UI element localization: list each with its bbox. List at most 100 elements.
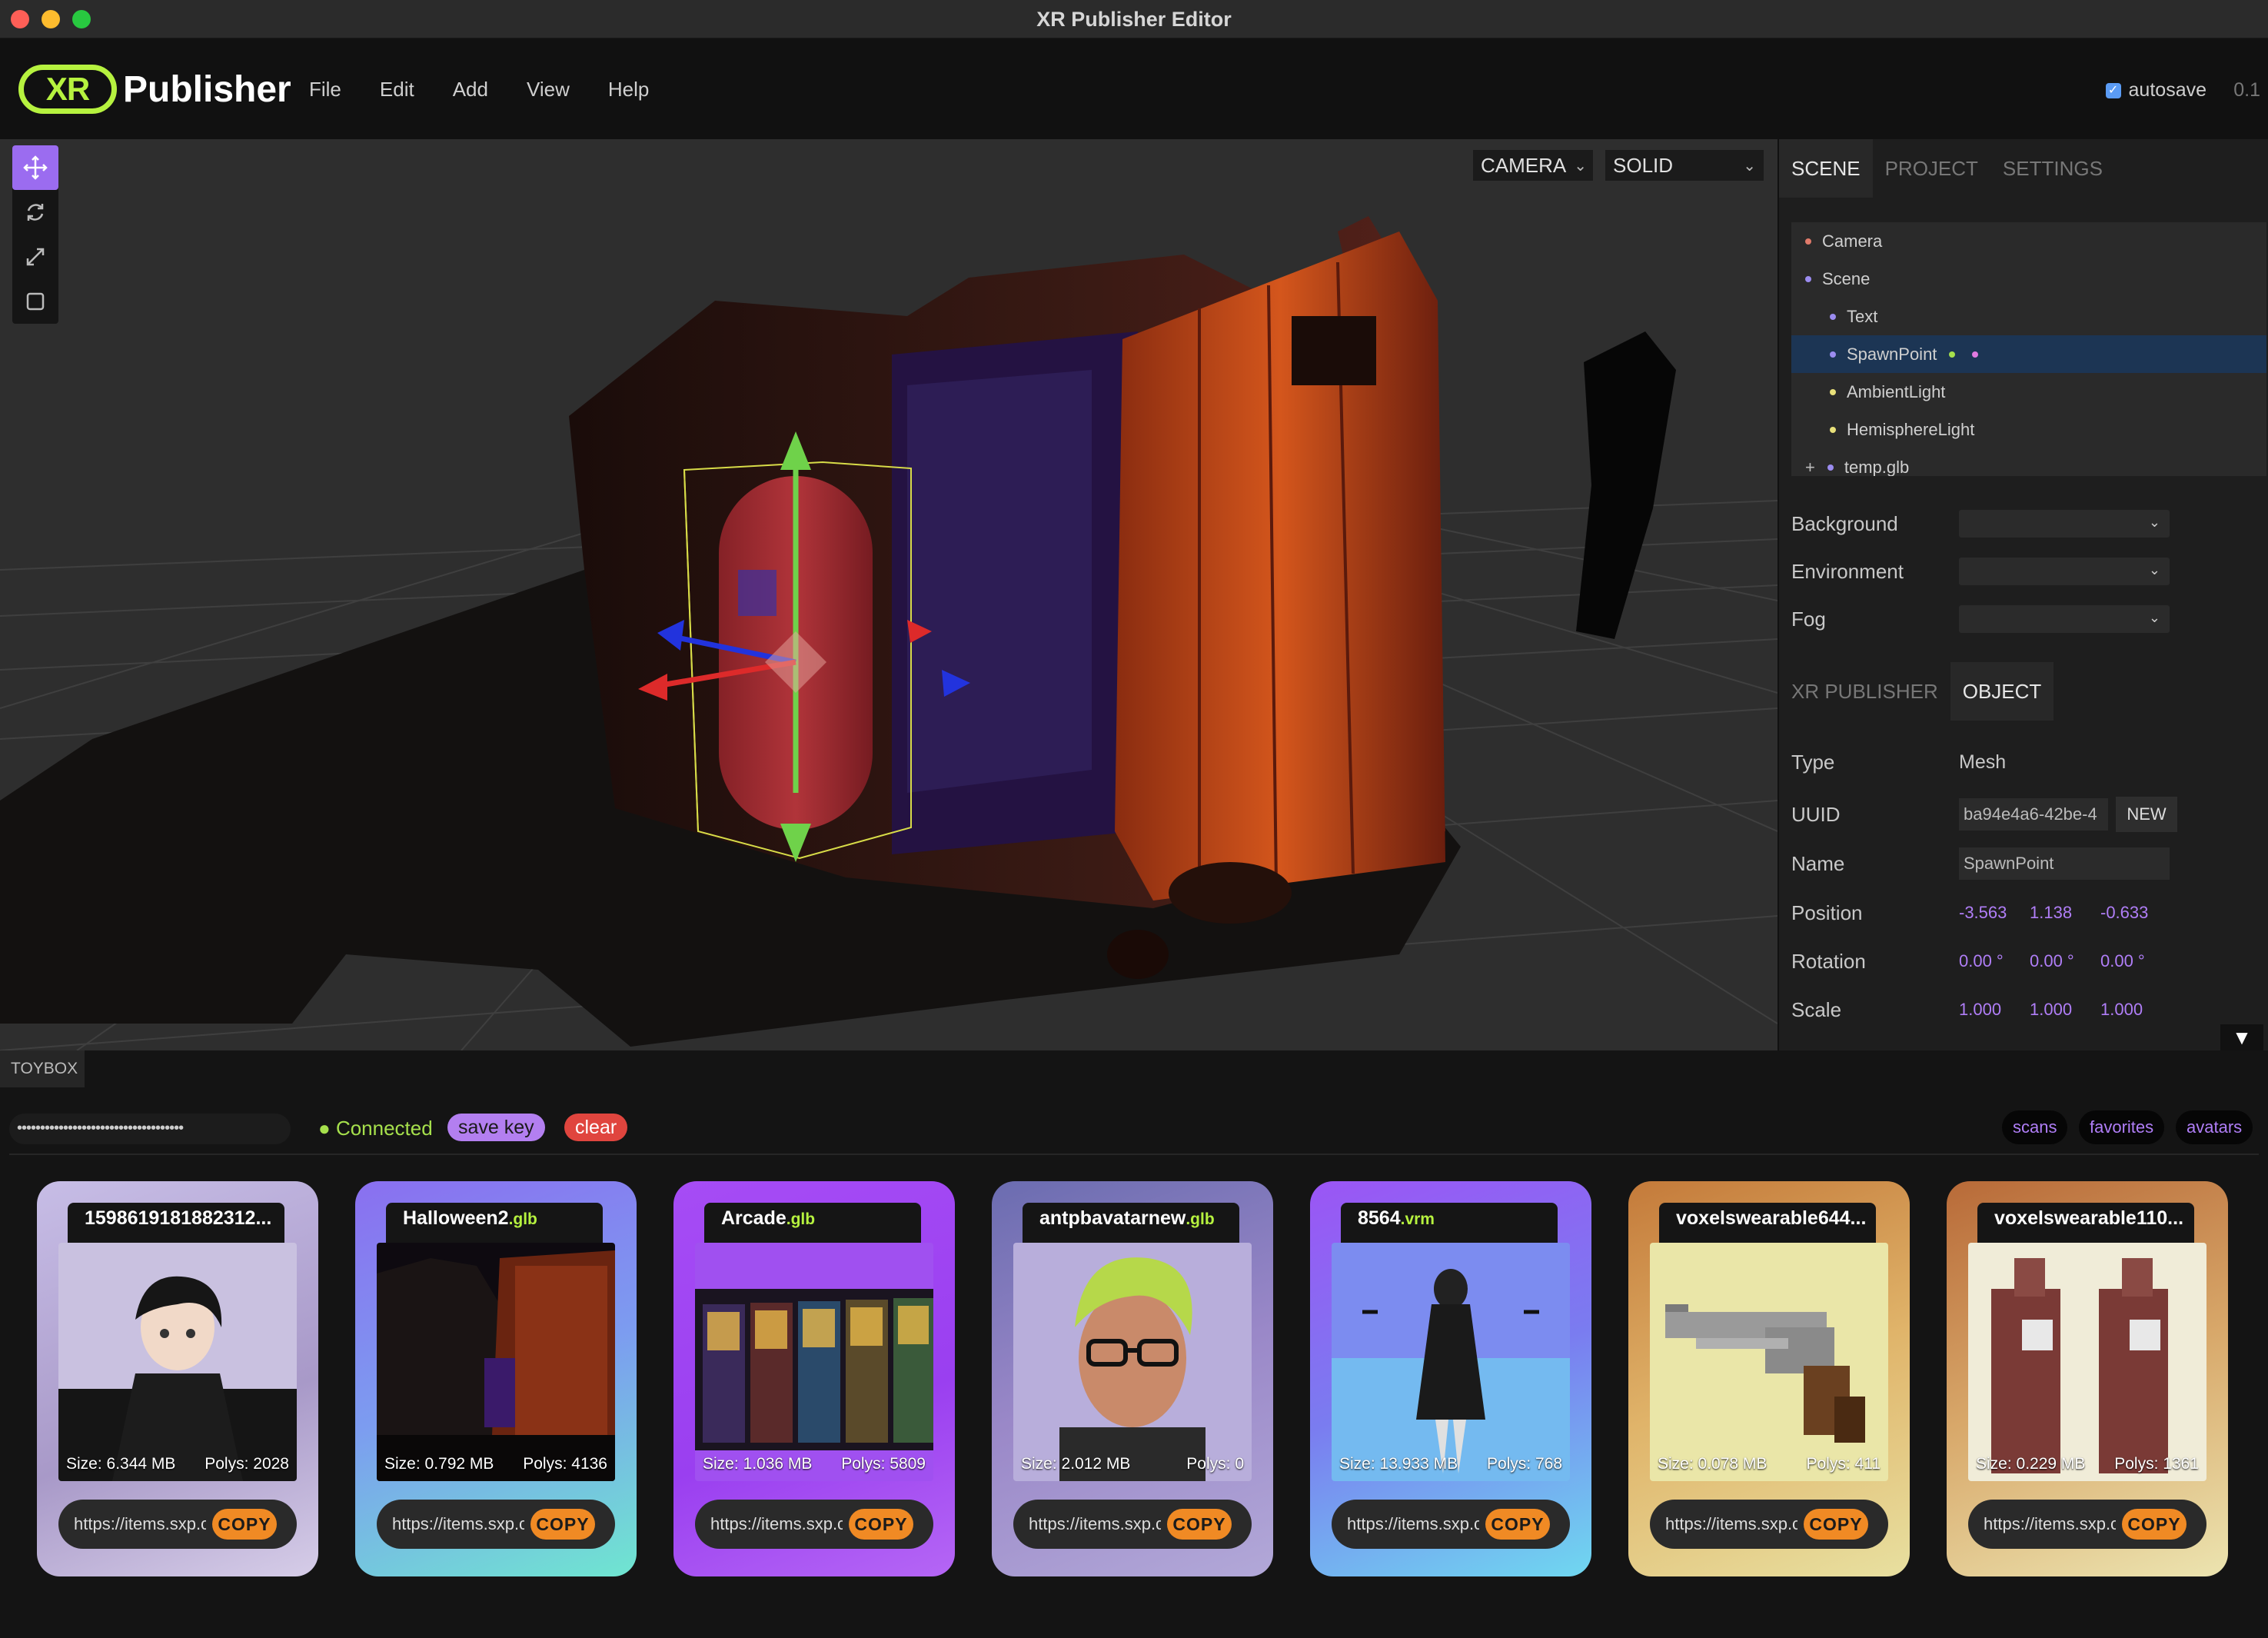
asset-polys: Polys: 411 [1806,1455,1881,1473]
asset-card[interactable]: Halloween2.glb Size: 0.792 MB Polys: 4136 h… [355,1181,637,1576]
copy-button[interactable]: COPY [1167,1509,1232,1540]
menubar: XR Publisher File Edit Add View Help ✓ a… [0,39,2268,139]
copy-button[interactable]: COPY [1485,1509,1550,1540]
asset-preview[interactable]: Size: 6.344 MB Polys: 2028 [58,1243,297,1481]
environment-select[interactable]: ⌄ [1959,558,2170,585]
copy-button[interactable]: COPY [530,1509,595,1540]
asset-url[interactable]: https://items.sxp.c [1347,1514,1479,1534]
asset-url[interactable]: https://items.sxp.c [1665,1514,1797,1534]
asset-url[interactable]: https://items.sxp.c [710,1514,843,1534]
asset-polys: Polys: 1361 [2114,1455,2199,1473]
outliner-item-camera[interactable]: Camera [1791,222,2266,260]
asset-url[interactable]: https://items.sxp.c [74,1514,206,1534]
scale-icon[interactable] [12,235,58,279]
sidebar-tabs: SCENE PROJECT SETTINGS [1779,139,2268,198]
toybox-panel: TOYBOX •••••••••••••••••••••••••••••••••… [0,1050,2268,1638]
tab-xr-publisher[interactable]: XR PUBLISHER [1779,662,1950,721]
asset-url[interactable]: https://items.sxp.c [1984,1514,2116,1534]
uuid-field[interactable]: ba94e4a6-42be-4 [1959,798,2108,831]
filter-favorites-button[interactable]: favorites [2079,1110,2165,1144]
move-icon[interactable] [12,145,58,190]
square-icon[interactable] [12,279,58,324]
asset-name: Arcade.glb [704,1203,921,1243]
geometry-dot-icon [1949,351,1956,358]
scroll-down-icon[interactable]: ▼ [2220,1024,2263,1050]
outliner-item-text[interactable]: Text [1791,298,2266,335]
asset-preview[interactable]: Size: 0.229 MB Polys: 1361 [1968,1243,2206,1481]
asset-preview[interactable]: Size: 2.012 MB Polys: 0 [1013,1243,1252,1481]
autosave-checkbox[interactable]: ✓ [2105,82,2121,98]
tab-scene[interactable]: SCENE [1779,139,1873,198]
menu-help[interactable]: Help [608,78,649,102]
fog-select[interactable]: ⌄ [1959,605,2170,633]
scale-x-field[interactable]: 1.000 [1959,1000,2030,1020]
window-titlebar: XR Publisher Editor [0,0,2268,38]
asset-polys: Polys: 768 [1486,1455,1562,1473]
copy-button[interactable]: COPY [212,1509,277,1540]
expand-icon[interactable]: + [1805,458,1815,477]
outliner-item-ambientlight[interactable]: AmbientLight [1791,373,2266,411]
tab-project[interactable]: PROJECT [1873,139,1990,198]
copy-button[interactable]: COPY [849,1509,913,1540]
outliner-item-temp-glb[interactable]: + temp.glb [1791,448,2266,477]
position-z-field[interactable]: -0.633 [2100,903,2171,923]
rotation-x-field[interactable]: 0.00 ° [1959,951,2030,971]
menu-edit[interactable]: Edit [380,78,414,102]
asset-name-base: 8564 [1358,1207,1401,1229]
tab-object[interactable]: OBJECT [1950,662,2054,721]
copy-button[interactable]: COPY [1804,1509,1868,1540]
asset-card[interactable]: antpbavatarnew.glb Size: 2.012 MB Polys: 0… [992,1181,1273,1576]
material-dot-icon [1972,351,1979,358]
asset-card[interactable]: 8564.vrm Size: 13.933 MB Polys: 768 https:/… [1310,1181,1591,1576]
outliner-item-scene[interactable]: Scene [1791,260,2266,298]
clear-button[interactable]: clear [564,1114,628,1141]
position-x-field[interactable]: -3.563 [1959,903,2030,923]
outliner-item-hemispherelight[interactable]: HemisphereLight [1791,411,2266,448]
asset-preview[interactable]: Size: 0.078 MB Polys: 411 [1650,1243,1888,1481]
asset-preview[interactable]: Size: 0.792 MB Polys: 4136 [377,1243,615,1481]
asset-url[interactable]: https://items.sxp.c [392,1514,524,1534]
save-key-button[interactable]: save key [447,1114,545,1141]
position-y-field[interactable]: 1.138 [2030,903,2100,923]
asset-url-bar: https://items.sxp.c COPY [58,1500,297,1549]
outliner-item-spawnpoint[interactable]: SpawnPoint [1791,335,2266,373]
asset-preview-image [58,1243,297,1481]
asset-card[interactable]: Arcade.glb Size: 1.036 MB Polys: 5809 https… [673,1181,955,1576]
scale-y-field[interactable]: 1.000 [2030,1000,2100,1020]
asset-url[interactable]: https://items.sxp.c [1029,1514,1161,1534]
asset-preview[interactable]: Size: 1.036 MB Polys: 5809 [695,1243,933,1481]
asset-card[interactable]: voxelswearable644... Size: 0.078 MB Polys:… [1628,1181,1910,1576]
name-field[interactable]: SpawnPoint [1959,847,2170,880]
new-uuid-button[interactable]: NEW [2116,797,2177,832]
scene-render[interactable] [0,139,1777,1050]
logo-mark: XR [18,65,117,114]
scene-outliner[interactable]: Camera Scene Text SpawnPoint AmbientLigh… [1791,222,2266,476]
asset-name: Halloween2.glb [386,1203,603,1243]
rotation-z-field[interactable]: 0.00 ° [2100,951,2171,971]
asset-url-bar: https://items.sxp.c COPY [1332,1500,1570,1549]
rotation-y-field[interactable]: 0.00 ° [2030,951,2100,971]
shading-select[interactable]: SOLID ⌄ [1605,150,1764,181]
tab-settings[interactable]: SETTINGS [1990,139,2115,198]
asset-preview[interactable]: Size: 13.933 MB Polys: 768 [1332,1243,1570,1481]
asset-card[interactable]: voxelswearable110... Size: 0.229 MB Polys:… [1947,1181,2228,1576]
autosave-toggle[interactable]: ✓ autosave [2105,79,2206,102]
camera-select[interactable]: CAMERA ⌄ [1473,150,1593,181]
scale-z-field[interactable]: 1.000 [2100,1000,2171,1020]
transform-toolbar [12,145,58,324]
api-key-input[interactable]: •••••••••••••••••••••••••••••••••••• [9,1114,291,1144]
environment-row: Environment ⌄ [1791,556,2260,587]
tab-toybox[interactable]: TOYBOX [0,1050,85,1087]
rotate-icon[interactable] [12,190,58,235]
background-select[interactable]: ⌄ [1959,510,2170,538]
filter-scans-button[interactable]: scans [2002,1110,2068,1144]
name-row: Name SpawnPoint [1791,847,2268,881]
3d-viewport[interactable]: CAMERA ⌄ SOLID ⌄ [0,139,1777,1050]
menu-view[interactable]: View [527,78,570,102]
menu-file[interactable]: File [309,78,341,102]
filter-avatars-button[interactable]: avatars [2176,1110,2253,1144]
asset-extension: .glb [1186,1210,1215,1228]
copy-button[interactable]: COPY [2122,1509,2187,1540]
menu-add[interactable]: Add [453,78,488,102]
asset-card[interactable]: 1598619181882312... Size: 6.344 MB Polys: … [37,1181,318,1576]
